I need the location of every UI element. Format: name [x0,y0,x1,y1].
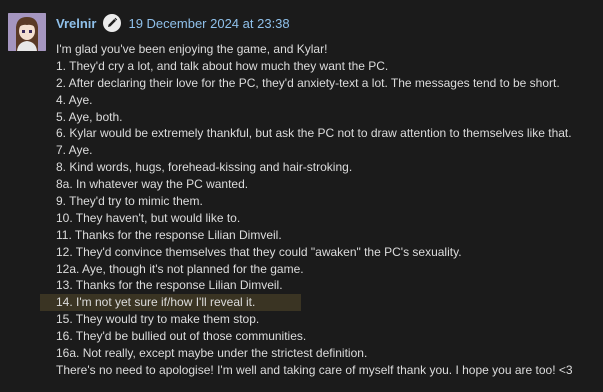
author-name[interactable]: Vrelnir [56,16,96,31]
comment-line: 13. Thanks for the response Lilian Dimve… [56,278,283,293]
comment-line: 12a. Aye, though it's not planned for th… [56,261,304,276]
highlighted-comment-line: 14. I'm not yet sure if/how I'll reveal … [40,294,301,312]
comment-line: 1. They'd cry a lot, and talk about how … [56,58,389,73]
comment-line: 11. Thanks for the response Lilian Dimve… [56,227,282,242]
comment-line: 10. They haven't, but would like to. [56,210,241,225]
comment-line: 9. They'd try to mimic them. [56,194,203,209]
comment-body: I'm glad you've been enjoying the game, … [40,41,600,379]
comment-line: I'm glad you've been enjoying the game, … [56,42,328,56]
comment-line: There's no need to apologise! I'm well a… [56,362,573,377]
comment-line: 2. After declaring their love for the PC… [56,75,560,90]
comment-line: 4. Aye. [56,92,93,107]
pencil-icon [108,17,118,27]
comment-line: 8a. In whatever way the PC wanted. [56,177,249,192]
comment-line: 15. They would try to make them stop. [56,312,260,327]
comment-timestamp[interactable]: 19 December 2024 at 23:38 [128,16,289,31]
comment-header: Vrelnir 19 December 2024 at 23:38 [56,13,290,33]
comment-line: 16a. Not really, except maybe under the … [56,346,368,361]
comment-line: 7. Aye. [56,143,93,158]
comment-avatar[interactable] [8,13,46,51]
avatar-portrait [8,13,46,51]
comment-line: 8. Kind words, hugs, forehead-kissing an… [56,160,353,175]
comment-line: 6. Kylar would be extremely thankful, bu… [56,126,572,141]
comment-line: 5. Aye, both. [56,109,123,124]
comment-line: 12. They'd convince themselves that they… [56,244,462,259]
edit-button[interactable] [103,14,122,32]
comment-line: 16. They'd be bullied out of those commu… [56,329,307,344]
